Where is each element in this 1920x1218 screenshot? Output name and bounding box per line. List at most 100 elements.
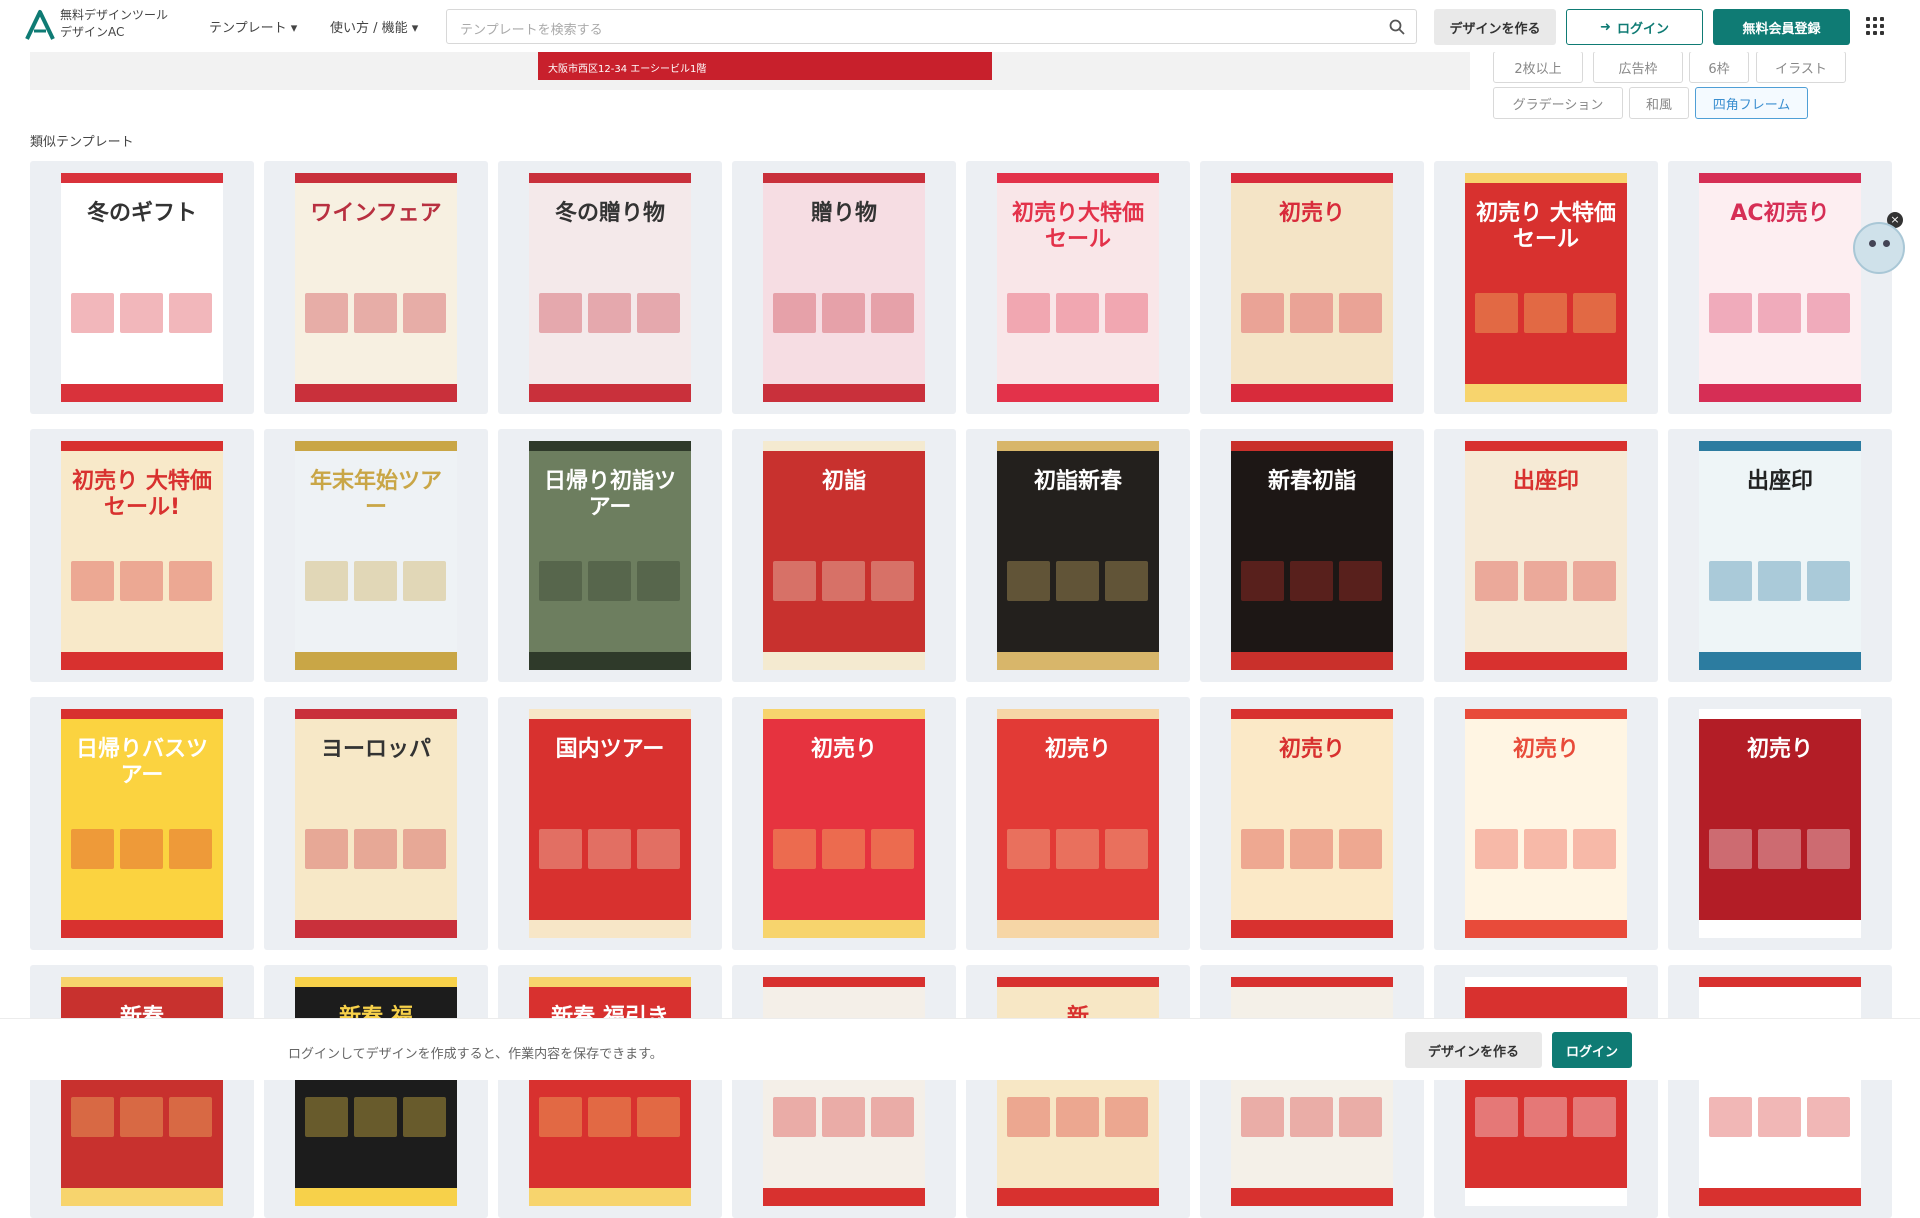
search-placeholder: テンプレートを検索する (460, 23, 603, 38)
template-card[interactable]: 新春 福引き (498, 965, 722, 1218)
template-title: 初詣新春 (1033, 469, 1122, 494)
chevron-down-icon: ▾ (290, 21, 298, 36)
template-title: 国内ツアー (555, 737, 665, 762)
template-title: ヨーロッパ (320, 737, 431, 762)
template-card[interactable]: 冬の贈り物 (498, 161, 722, 414)
designac-logo-icon[interactable] (24, 9, 56, 41)
template-card[interactable]: 日帰りバスツアー (30, 697, 254, 950)
template-title: 出座印 (1746, 469, 1813, 494)
template-card[interactable]: 初売り大特価セール (966, 161, 1190, 414)
nav-usage[interactable]: 使い方 / 機能 ▾ (330, 17, 418, 36)
template-card[interactable]: 初売り (966, 697, 1190, 950)
template-card[interactable]: 初売り (1200, 697, 1424, 950)
tag-chip[interactable]: グラデーション (1493, 87, 1623, 119)
template-title: ワインフェア (310, 201, 442, 226)
template-title: 日帰りバスツアー (75, 737, 208, 788)
logo-text[interactable]: 無料デザインツール デザインAC (60, 7, 168, 41)
template-card[interactable]: ヨーロッパ (264, 697, 488, 950)
template-card[interactable]: 冬のギフト (30, 161, 254, 414)
login-icon: ➜ (1600, 19, 1611, 35)
nav-templates[interactable]: テンプレート ▾ (209, 17, 297, 36)
tag-chip[interactable]: 四角フレーム (1695, 87, 1808, 119)
template-thumbnail: 初売り (997, 709, 1159, 938)
login-button[interactable]: ➜ ログイン (1566, 9, 1703, 45)
template-thumbnail: 初売り大特価セール (997, 173, 1159, 402)
template-title: 初詣 (821, 469, 866, 494)
template-title: 初売り (1512, 737, 1579, 762)
template-thumbnail: 初売り (763, 709, 925, 938)
template-card[interactable]: 初詣 (732, 429, 956, 682)
template-thumbnail: 出座印 (1465, 441, 1627, 670)
template-thumbnail: 日帰り初詣ツアー (529, 441, 691, 670)
template-thumbnail: 贈り物 (763, 173, 925, 402)
template-card[interactable]: 新春 (30, 965, 254, 1218)
search-input[interactable]: テンプレートを検索する (446, 9, 1417, 44)
nav-usage-label: 使い方 / 機能 (330, 21, 408, 36)
template-thumbnail: 冬の贈り物 (529, 173, 691, 402)
template-card[interactable]: 年末年始ツアー (264, 429, 488, 682)
login-prompt-bar: ログインしてデザインを作成すると、作業内容を保存できます。 デザインを作る ログ… (0, 1018, 1920, 1080)
template-card[interactable]: 新春初詣 (1200, 429, 1424, 682)
login-label: ログイン (1616, 21, 1669, 37)
template-card[interactable]: 国内ツアー (498, 697, 722, 950)
template-thumbnail: 初売り (1231, 173, 1393, 402)
register-button[interactable]: 無料会員登録 (1713, 9, 1850, 45)
logo-name: デザインAC (60, 25, 125, 39)
template-title: 初売り大特価セール (1011, 201, 1144, 252)
template-card[interactable]: 出座印 (1668, 429, 1892, 682)
template-thumbnail: 初売り 大特価セール! (61, 441, 223, 670)
template-title: 新春初詣 (1267, 469, 1356, 494)
template-title: 冬のギフト (86, 201, 197, 226)
preview-address: 大阪市西区12-34 エーシービル1階 (548, 64, 707, 75)
bottom-login-button[interactable]: ログイン (1552, 1032, 1632, 1068)
search-icon[interactable] (1388, 18, 1406, 36)
template-card[interactable]: 贈り物 (732, 161, 956, 414)
template-title: 初売り (1746, 737, 1813, 762)
template-card[interactable]: 初売り 大特価セール! (30, 429, 254, 682)
template-thumbnail: 新春 福 (295, 977, 457, 1206)
template-card[interactable] (732, 965, 956, 1218)
template-thumbnail: 初詣 (763, 441, 925, 670)
template-thumbnail: 新春 福引き (529, 977, 691, 1206)
create-design-button[interactable]: デザインを作る (1434, 9, 1556, 45)
template-title: 初売り (1278, 737, 1345, 762)
login-prompt-message: ログインしてデザインを作成すると、作業内容を保存できます。 (288, 1047, 663, 1062)
apps-grid-icon[interactable] (1866, 17, 1884, 35)
template-card[interactable]: 初詣新春 (966, 429, 1190, 682)
template-card[interactable]: 出座印 (1434, 429, 1658, 682)
tag-chip[interactable]: イラスト (1756, 51, 1846, 83)
template-thumbnail: 初売り (1231, 709, 1393, 938)
template-thumbnail (763, 977, 925, 1206)
template-card[interactable] (1200, 965, 1424, 1218)
template-title: 贈り物 (810, 201, 877, 226)
template-title: 初売り 大特価セール (1476, 201, 1616, 252)
template-card[interactable]: AC初売り (1668, 161, 1892, 414)
template-title: 初売り (1044, 737, 1111, 762)
template-card[interactable]: 初売り (1668, 697, 1892, 950)
template-card[interactable]: 初売り (1200, 161, 1424, 414)
template-thumbnail: ワインフェア (295, 173, 457, 402)
tag-chip[interactable]: 2枚以上 (1493, 51, 1583, 83)
template-card[interactable]: 初売り (1434, 697, 1658, 950)
template-title: 日帰り初詣ツアー (543, 469, 676, 520)
tag-chip[interactable]: 広告枠 (1593, 51, 1683, 83)
template-card[interactable]: 新 (966, 965, 1190, 1218)
tag-chip[interactable]: 6枠 (1689, 51, 1749, 83)
template-card[interactable]: 初売り (732, 697, 956, 950)
section-title: 類似テンプレート (30, 135, 134, 150)
template-card[interactable]: 初売り 大特価セール (1434, 161, 1658, 414)
tag-chip[interactable]: 和風 (1629, 87, 1689, 119)
preview-footer-banner: 大阪市西区12-34 エーシービル1階 (538, 52, 992, 80)
template-thumbnail: 初売り (1465, 709, 1627, 938)
template-thumbnail: 新 (997, 977, 1159, 1206)
bottom-create-button[interactable]: デザインを作る (1405, 1032, 1542, 1068)
template-card[interactable]: 新春 福 (264, 965, 488, 1218)
mascot-avatar[interactable] (1853, 222, 1905, 274)
template-card[interactable] (1668, 965, 1892, 1218)
template-card[interactable] (1434, 965, 1658, 1218)
template-card[interactable]: 日帰り初詣ツアー (498, 429, 722, 682)
template-thumbnail: ヨーロッパ (295, 709, 457, 938)
template-card[interactable]: ワインフェア (264, 161, 488, 414)
template-thumbnail (1465, 977, 1627, 1206)
template-thumbnail: 日帰りバスツアー (61, 709, 223, 938)
